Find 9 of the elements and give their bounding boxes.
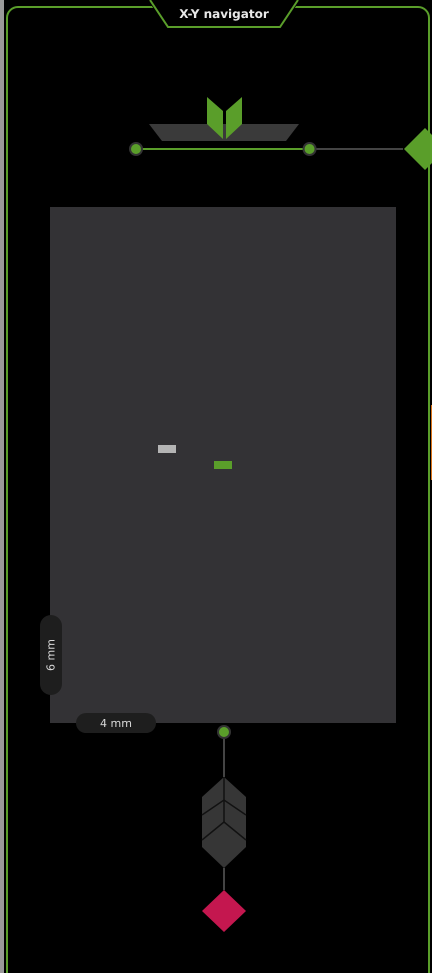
diamond-handle[interactable]: [202, 890, 246, 932]
width-label: 4 mm: [76, 713, 156, 733]
slider-handle[interactable]: [302, 142, 317, 156]
trapezoid-chevron-icon: [149, 97, 299, 141]
height-label: 6 mm: [40, 615, 62, 695]
slider-handle[interactable]: [217, 725, 231, 739]
slider-handle[interactable]: [129, 142, 143, 156]
chevron-stack-icon: [202, 777, 246, 868]
diamond-handle[interactable]: [404, 128, 432, 170]
